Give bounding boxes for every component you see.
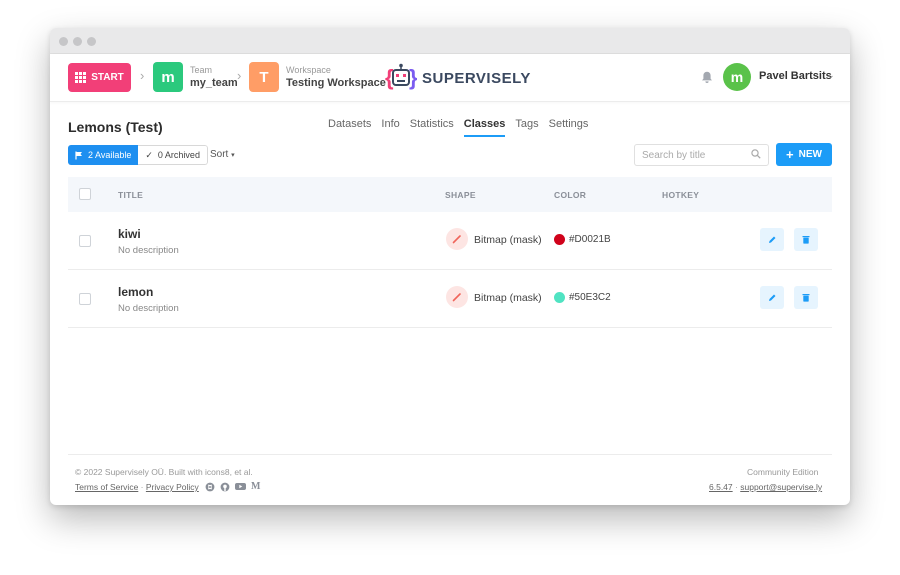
delete-button[interactable] xyxy=(794,286,818,309)
search-input[interactable] xyxy=(634,144,769,166)
user-avatar[interactable]: m xyxy=(723,63,751,91)
chevron-right-icon: › xyxy=(140,68,145,83)
footer-edition: Community Edition xyxy=(747,467,819,477)
bell-icon[interactable] xyxy=(701,71,713,84)
checkmark-icon: ✓ xyxy=(145,149,153,160)
bitmap-brush-icon xyxy=(446,228,468,250)
table-header: TITLE SHAPE COLOR HOTKEY xyxy=(68,177,832,212)
column-header-hotkey[interactable]: HOTKEY xyxy=(662,190,699,200)
chevron-right-icon: › xyxy=(237,68,242,83)
workspace-breadcrumb-label: Workspace xyxy=(286,65,331,75)
select-all-checkbox[interactable] xyxy=(79,188,91,200)
start-button[interactable]: START xyxy=(68,63,131,92)
pencil-icon xyxy=(768,236,775,243)
medium-icon[interactable]: M xyxy=(251,481,260,492)
tab-datasets[interactable]: Datasets xyxy=(328,118,371,137)
column-header-color[interactable]: COLOR xyxy=(554,190,586,200)
robot-logo-icon: { } xyxy=(385,63,417,90)
bitmap-brush-icon xyxy=(446,286,468,308)
team-breadcrumb-label: Team xyxy=(190,65,213,75)
svg-text:}: } xyxy=(409,65,417,90)
support-email-link[interactable]: support@supervise.ly xyxy=(740,482,822,492)
top-navigation-bar: START › m Team my_team › T Workspace Tes… xyxy=(50,54,850,102)
footer-divider xyxy=(68,454,832,455)
tab-classes[interactable]: Classes xyxy=(463,118,506,137)
window-close-dot[interactable] xyxy=(59,37,68,46)
team-breadcrumb-value: my_team xyxy=(190,77,238,89)
footer-links: Terms of Service · Privacy Policy xyxy=(75,482,199,492)
delete-button[interactable] xyxy=(794,228,818,251)
column-header-shape[interactable]: SHAPE xyxy=(445,190,476,200)
class-color-value: #D0021B xyxy=(569,234,611,245)
footer-separator: · xyxy=(735,482,738,492)
class-description: No description xyxy=(118,245,179,256)
class-description: No description xyxy=(118,303,179,314)
team-avatar[interactable]: m xyxy=(153,62,183,92)
chevron-down-icon[interactable]: ⌄ xyxy=(827,70,835,81)
new-button-label: NEW xyxy=(798,149,822,160)
flag-icon xyxy=(75,151,82,159)
tab-settings[interactable]: Settings xyxy=(549,118,589,137)
class-name[interactable]: kiwi xyxy=(118,227,141,241)
terms-of-service-link[interactable]: Terms of Service xyxy=(75,482,138,492)
youtube-icon[interactable] xyxy=(235,482,246,491)
edit-button[interactable] xyxy=(760,228,784,251)
workspace-breadcrumb-value: Testing Workspace xyxy=(286,77,386,89)
team-breadcrumb[interactable]: Team my_team xyxy=(190,65,238,90)
column-header-title[interactable]: TITLE xyxy=(118,190,143,200)
tab-info[interactable]: Info xyxy=(381,118,399,137)
sort-label: Sort xyxy=(210,149,229,160)
available-filter-label: 2 Available xyxy=(88,150,132,160)
plus-icon: + xyxy=(786,146,794,162)
footer-copyright: © 2022 Supervisely OÜ. Built with icons8… xyxy=(75,467,253,477)
workspace-breadcrumb[interactable]: Workspace Testing Workspace xyxy=(286,65,386,90)
class-name[interactable]: lemon xyxy=(118,285,153,299)
version-link[interactable]: 6.5.47 xyxy=(709,482,733,492)
logo-text: SUPERVISELY xyxy=(422,69,531,87)
footer-right-links: 6.5.47 · support@supervise.ly xyxy=(709,482,822,492)
github-icon[interactable] xyxy=(220,482,230,492)
trash-icon xyxy=(802,294,810,302)
window-maximize-dot[interactable] xyxy=(87,37,96,46)
archived-filter-label: 0 Archived xyxy=(157,150,200,160)
privacy-policy-link[interactable]: Privacy Policy xyxy=(146,482,199,492)
slack-icon[interactable] xyxy=(205,482,215,492)
sort-dropdown[interactable]: Sort ▾ xyxy=(210,149,235,160)
class-color-swatch xyxy=(554,234,565,245)
apps-grid-icon xyxy=(75,72,87,83)
trash-icon xyxy=(802,236,810,244)
tab-tags[interactable]: Tags xyxy=(515,118,538,137)
tab-statistics[interactable]: Statistics xyxy=(410,118,454,137)
row-checkbox[interactable] xyxy=(79,293,91,305)
supervisely-logo[interactable]: { } SUPERVISELY xyxy=(385,62,531,94)
class-shape: Bitmap (mask) xyxy=(474,292,542,304)
window-minimize-dot[interactable] xyxy=(73,37,82,46)
availability-filter: 2 Available ✓ 0 Archived xyxy=(68,145,208,165)
pencil-icon xyxy=(768,294,775,301)
table-row[interactable]: lemon No description Bitmap (mask) #50E3… xyxy=(68,270,832,328)
search-icon[interactable] xyxy=(751,149,761,159)
class-color-swatch xyxy=(554,292,565,303)
start-button-label: START xyxy=(91,72,124,83)
table-row[interactable]: kiwi No description Bitmap (mask) #D0021… xyxy=(68,212,832,270)
browser-window: START › m Team my_team › T Workspace Tes… xyxy=(50,28,850,505)
new-class-button[interactable]: + NEW xyxy=(776,143,832,166)
archived-filter-button[interactable]: ✓ 0 Archived xyxy=(138,145,208,165)
workspace-avatar[interactable]: T xyxy=(249,62,279,92)
social-links: M xyxy=(205,481,260,492)
page-title: Lemons (Test) xyxy=(68,119,163,135)
class-shape: Bitmap (mask) xyxy=(474,234,542,246)
edit-button[interactable] xyxy=(760,286,784,309)
user-name[interactable]: Pavel Bartsits xyxy=(759,70,832,82)
project-tabs: Datasets Info Statistics Classes Tags Se… xyxy=(328,118,598,137)
footer-separator: · xyxy=(140,482,144,492)
row-checkbox[interactable] xyxy=(79,235,91,247)
available-filter-button[interactable]: 2 Available xyxy=(68,145,139,165)
caret-down-icon: ▾ xyxy=(231,152,235,159)
class-color-value: #50E3C2 xyxy=(569,292,611,303)
window-titlebar xyxy=(50,28,850,54)
